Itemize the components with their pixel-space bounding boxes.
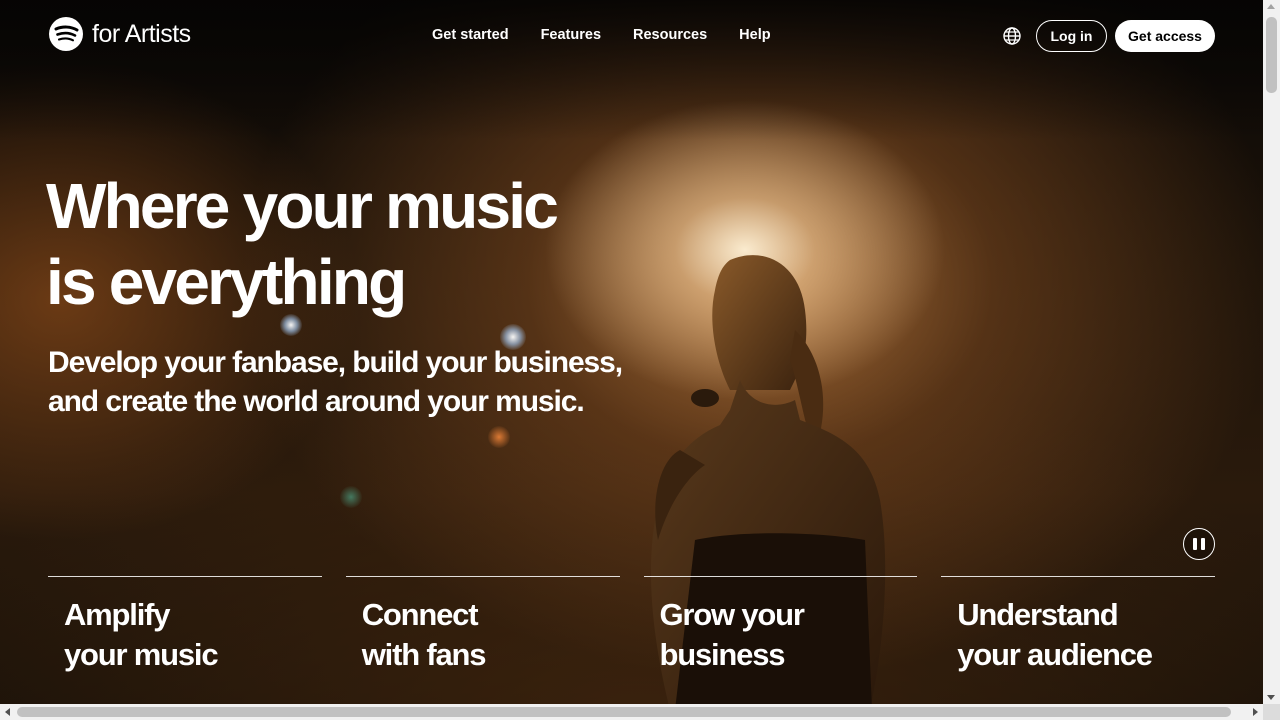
login-button[interactable]: Log in: [1036, 20, 1107, 52]
nav-get-started[interactable]: Get started: [432, 27, 509, 43]
stage-light: [340, 486, 362, 508]
scroll-down-arrow-icon[interactable]: [1267, 695, 1275, 700]
globe-icon[interactable]: [1002, 26, 1022, 46]
horizontal-scrollbar[interactable]: [0, 704, 1263, 720]
scroll-up-arrow-icon[interactable]: [1267, 4, 1275, 9]
nav-features[interactable]: Features: [541, 27, 601, 43]
pause-button[interactable]: [1183, 528, 1215, 560]
feature-card-connect[interactable]: Connect with fans: [345, 576, 620, 704]
main-nav: Get started Features Resources Help: [432, 27, 771, 43]
pause-icon: [1201, 538, 1205, 550]
card-title: Amplify your music: [64, 597, 219, 672]
hero-title: Where your music is everything: [46, 168, 646, 320]
hero-title-line: Where your music: [46, 170, 559, 242]
card-title: Grow your business: [659, 597, 805, 672]
feature-card-understand[interactable]: Understand your audience: [941, 576, 1215, 704]
vertical-scrollbar[interactable]: [1263, 0, 1280, 704]
scrollbar-corner: [1263, 704, 1280, 720]
hero-title-line: is everything: [46, 246, 407, 318]
feature-card-amplify[interactable]: Amplify your music: [48, 576, 322, 704]
vertical-scroll-thumb[interactable]: [1266, 17, 1277, 93]
nav-help[interactable]: Help: [739, 27, 770, 43]
hero-subtitle: Develop your fanbase, build your busines…: [48, 346, 623, 418]
horizontal-scroll-thumb[interactable]: [17, 707, 1231, 717]
spotify-icon: [49, 17, 83, 51]
scroll-right-arrow-icon[interactable]: [1253, 708, 1258, 716]
stage-light: [488, 426, 510, 448]
nav-resources[interactable]: Resources: [633, 27, 707, 43]
feature-card-grow[interactable]: Grow your business: [643, 576, 918, 704]
brand-name: for Artists: [92, 19, 191, 48]
scroll-left-arrow-icon[interactable]: [5, 708, 10, 716]
feature-cards: Amplify your music Connect with fans Gro…: [48, 576, 1215, 704]
card-title: Connect with fans: [361, 597, 487, 672]
get-access-button[interactable]: Get access: [1115, 20, 1215, 52]
site-header: for Artists Get started Features Resourc…: [0, 0, 1263, 72]
card-title: Understand your audience: [957, 597, 1153, 672]
pause-icon: [1193, 538, 1197, 550]
brand-logo[interactable]: for Artists: [48, 16, 191, 52]
